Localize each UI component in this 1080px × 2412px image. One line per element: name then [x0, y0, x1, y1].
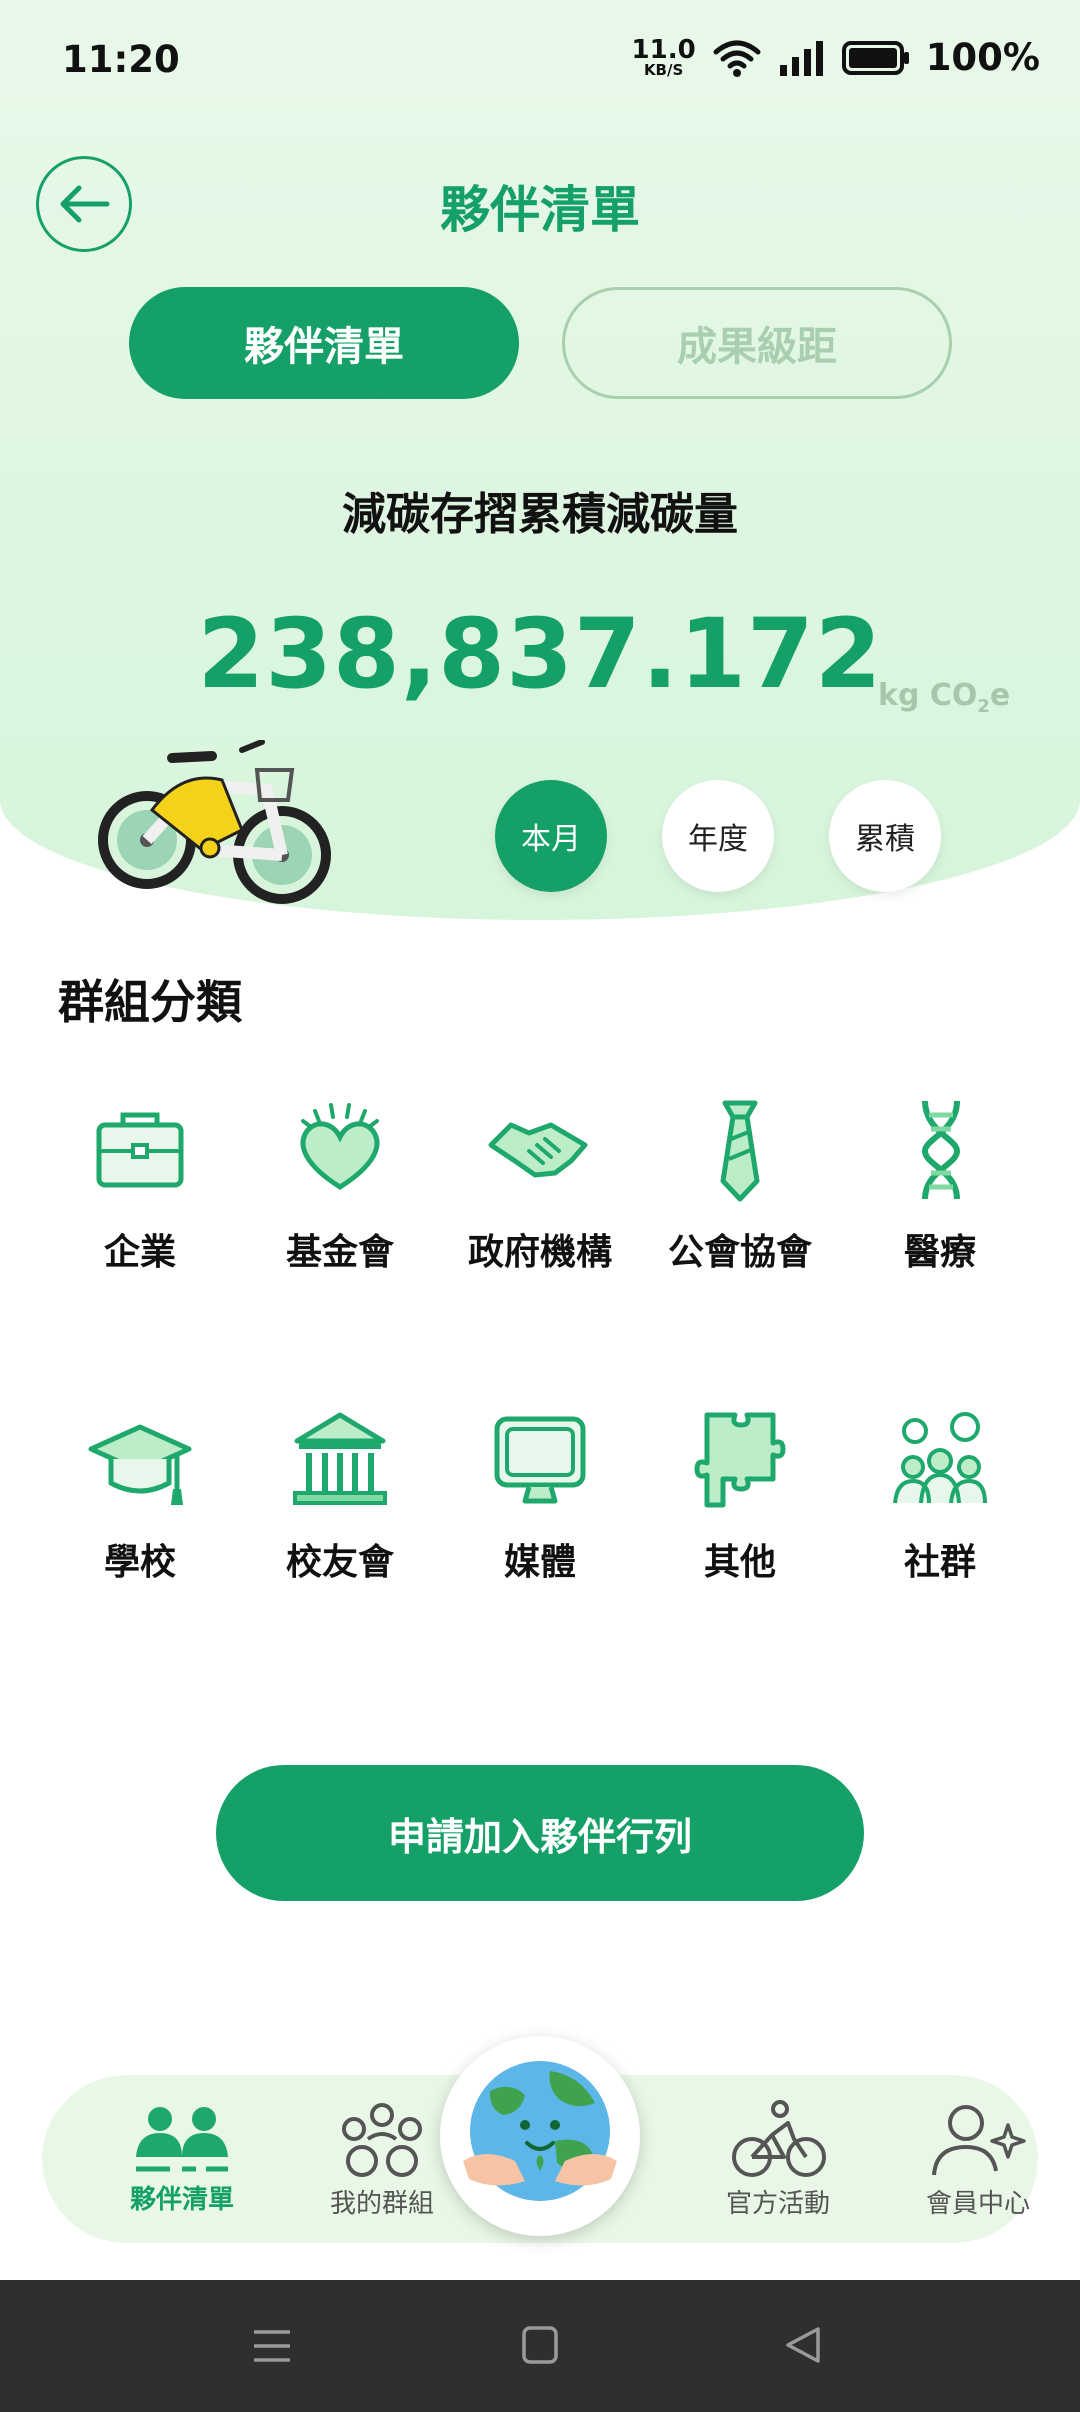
signal-icon — [779, 40, 823, 76]
tab-member-center[interactable]: 會員中心 — [888, 2075, 1068, 2243]
apply-partner-button[interactable]: 申請加入夥伴行列 — [216, 1765, 864, 1901]
period-this-year[interactable]: 年度 — [662, 780, 774, 892]
puzzle-icon — [694, 1412, 786, 1508]
wifi-icon — [713, 40, 761, 77]
institution-icon — [293, 1412, 387, 1505]
monitor-icon — [494, 1416, 586, 1504]
briefcase-icon — [96, 1112, 184, 1188]
earth-home-button[interactable] — [440, 2036, 640, 2236]
community-icon — [893, 1412, 987, 1504]
tab-official-events[interactable]: 官方活動 — [688, 2075, 868, 2243]
status-time: 11:20 — [62, 38, 180, 81]
network-speed: 11.0 KB/S — [631, 35, 696, 79]
partners-icon — [136, 2106, 228, 2171]
status-bar: 11:20 11.0 KB/S 100% — [0, 0, 1080, 124]
category-other[interactable]: 其他 — [650, 1405, 830, 1585]
period-this-month[interactable]: 本月 — [495, 780, 607, 892]
battery-percent: 100% — [925, 36, 1040, 79]
group-category-title: 群組分類 — [58, 975, 242, 1029]
tab-partner-list[interactable]: 夥伴清單 — [129, 287, 519, 399]
category-medical[interactable]: 醫療 — [850, 1095, 1030, 1275]
tab-partner-list-nav[interactable]: 夥伴清單 — [92, 2075, 272, 2243]
category-alumni[interactable]: 校友會 — [250, 1405, 430, 1585]
category-school[interactable]: 學校 — [50, 1405, 230, 1585]
system-nav-bar — [0, 2280, 1080, 2412]
cyclist-icon — [732, 2099, 826, 2177]
back-nav-icon[interactable] — [784, 2326, 822, 2364]
dna-icon — [921, 1100, 961, 1200]
bicycle-illustration — [98, 740, 331, 904]
battery-icon — [841, 40, 909, 75]
period-cumulative[interactable]: 累積 — [829, 780, 941, 892]
home-nav-icon[interactable] — [522, 2326, 558, 2364]
category-government[interactable]: 政府機構 — [450, 1095, 630, 1275]
graduation-cap-icon — [88, 1424, 192, 1505]
groups-icon — [342, 2102, 422, 2177]
user-star-icon — [932, 2104, 1026, 2175]
heart-hands-icon — [300, 1103, 380, 1190]
earth-mascot-icon — [463, 2061, 617, 2201]
category-association[interactable]: 公會協會 — [650, 1095, 830, 1275]
tab-results-level[interactable]: 成果級距 — [562, 287, 952, 399]
page-title: 夥伴清單 — [440, 181, 640, 239]
carbon-unit: kg CO2e — [878, 678, 1011, 717]
category-community[interactable]: 社群 — [850, 1405, 1030, 1585]
category-media[interactable]: 媒體 — [450, 1405, 630, 1585]
status-icons: 11.0 KB/S 100% — [632, 36, 1040, 79]
category-enterprise[interactable]: 企業 — [50, 1095, 230, 1275]
carbon-total-label: 減碳存摺累積減碳量 — [342, 489, 738, 540]
handshake-icon — [488, 1122, 588, 1178]
menu-nav-icon[interactable] — [252, 2328, 292, 2364]
tie-icon — [720, 1100, 760, 1202]
category-foundation[interactable]: 基金會 — [250, 1095, 430, 1275]
